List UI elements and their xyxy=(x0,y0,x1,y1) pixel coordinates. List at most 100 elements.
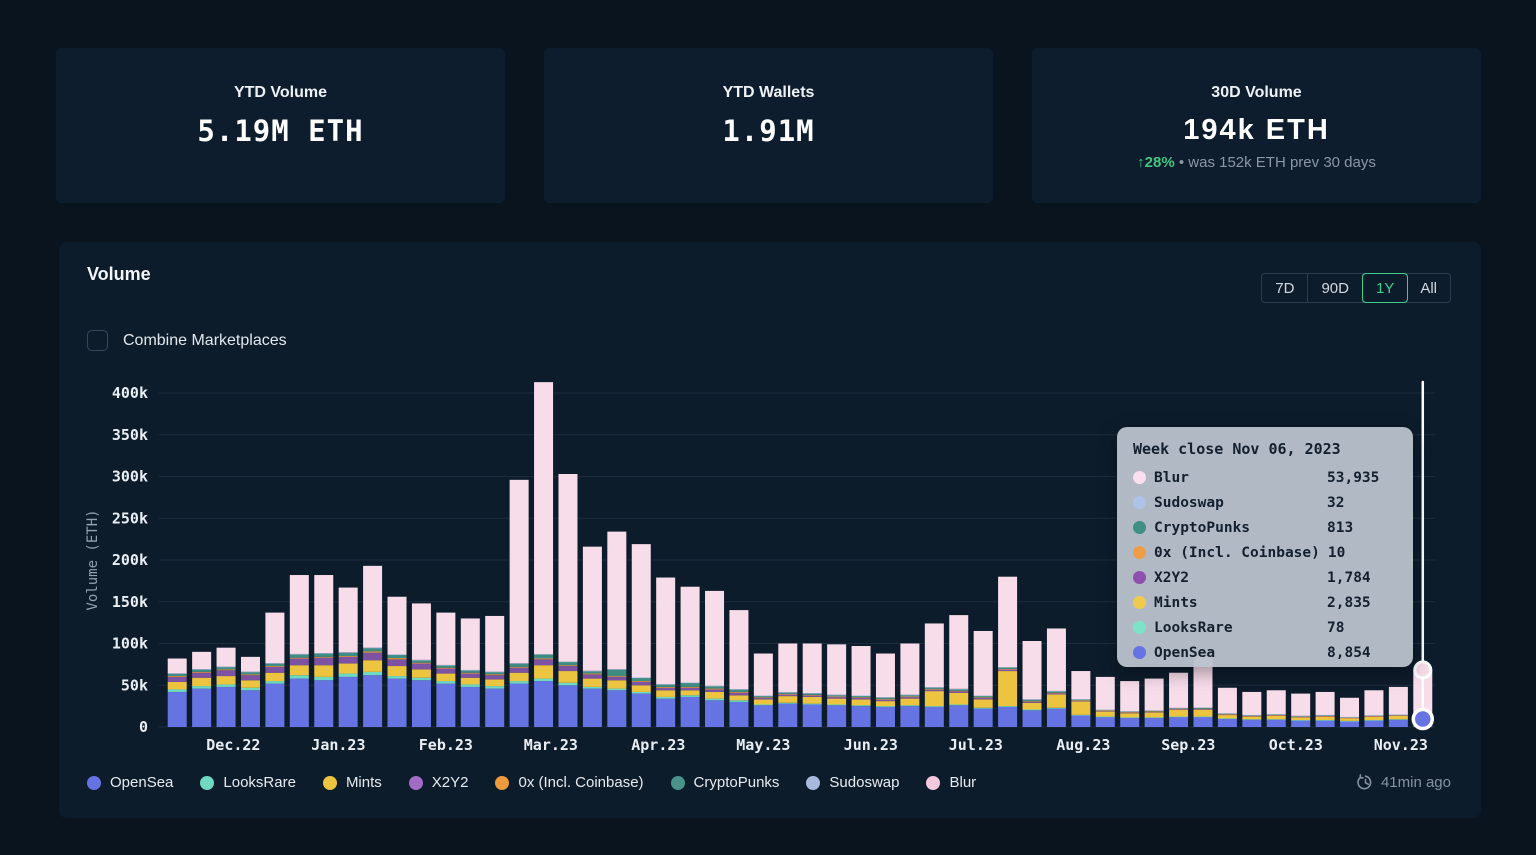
bar-segment-looksrare xyxy=(827,704,847,706)
bar-segment-sudoswap xyxy=(1266,714,1286,715)
series-dot-icon xyxy=(1133,596,1146,609)
legend-item-mints[interactable]: Mints xyxy=(322,774,382,791)
chart-bar[interactable] xyxy=(167,658,187,727)
bar-segment-sudoswap xyxy=(558,661,578,663)
chart-bar[interactable] xyxy=(338,587,358,727)
bar-segment-opensea xyxy=(973,708,993,727)
bar-segment-cryptopunks xyxy=(485,671,505,675)
chart-bar[interactable] xyxy=(631,544,651,727)
bar-segment-sudoswap xyxy=(778,692,798,693)
y-tick-label: 150k xyxy=(112,593,148,611)
chart-bar[interactable] xyxy=(1217,687,1237,727)
chart-bar[interactable] xyxy=(582,546,602,727)
chart-bar[interactable] xyxy=(680,586,700,727)
bar-segment-opensea xyxy=(387,678,407,727)
y-tick-label: 200k xyxy=(112,551,148,569)
chart-bar[interactable] xyxy=(534,382,554,727)
chart-bar[interactable] xyxy=(460,618,480,727)
legend-item-x2y2[interactable]: X2Y2 xyxy=(408,774,468,791)
bar-segment-mints xyxy=(387,666,407,677)
tooltip-series-value: 10 xyxy=(1327,544,1346,561)
legend-item-blur[interactable]: Blur xyxy=(926,774,976,791)
bar-segment-cryptopunks xyxy=(607,669,627,677)
bar-segment-opensea xyxy=(338,676,358,727)
chart-bar[interactable] xyxy=(802,643,822,728)
chart-bar[interactable] xyxy=(289,575,309,727)
refresh-clock-icon[interactable] xyxy=(1357,774,1374,791)
chart-bar[interactable] xyxy=(485,615,505,727)
chart-bar[interactable] xyxy=(387,596,407,727)
bar-segment-0x-incl-coinbase- xyxy=(973,697,993,698)
bar-segment-mints xyxy=(1315,716,1335,721)
chart-bar[interactable] xyxy=(924,623,944,727)
bar-segment-0x-incl-coinbase- xyxy=(680,686,700,688)
chart-bar[interactable] xyxy=(778,643,798,728)
chart-bar[interactable] xyxy=(1120,681,1140,727)
chart-bar[interactable] xyxy=(1046,628,1066,727)
legend-item-sudoswap[interactable]: Sudoswap xyxy=(806,774,899,791)
chart-bar[interactable] xyxy=(216,647,236,727)
bar-segment-opensea xyxy=(1340,721,1360,727)
timeframe-button-1y[interactable]: 1Y xyxy=(1361,273,1409,303)
chart-bar[interactable] xyxy=(411,603,431,727)
chart-bar[interactable] xyxy=(558,473,578,727)
legend-item-opensea[interactable]: OpenSea xyxy=(87,774,173,791)
chart-bar[interactable] xyxy=(1340,697,1360,727)
chart-bar[interactable] xyxy=(753,653,773,727)
chart-bar[interactable] xyxy=(1095,676,1115,727)
chart-bar[interactable] xyxy=(949,615,969,727)
chart-bar[interactable] xyxy=(240,656,260,727)
chart-bar[interactable] xyxy=(1291,693,1311,727)
bar-segment-sudoswap xyxy=(1291,715,1311,717)
bar-segment-sudoswap xyxy=(729,689,749,690)
legend-item-looksrare[interactable]: LooksRare xyxy=(200,774,296,791)
bar-segment-x2y2 xyxy=(314,657,334,666)
bar-segment-sudoswap xyxy=(924,687,944,688)
chart-bar[interactable] xyxy=(973,630,993,727)
legend-item-cryptopunks[interactable]: CryptoPunks xyxy=(670,774,779,791)
chart-bar[interactable] xyxy=(705,590,725,727)
bar-segment-sudoswap xyxy=(1071,699,1091,700)
legend-item-0x-incl-coinbase-[interactable]: 0x (Incl. Coinbase) xyxy=(495,774,644,791)
bar-segment-cryptopunks xyxy=(192,669,212,672)
chart-bar[interactable] xyxy=(998,576,1018,727)
bar-segment-0x-incl-coinbase- xyxy=(1071,700,1091,702)
chart-bar[interactable] xyxy=(827,644,847,727)
bar-segment-0x-incl-coinbase- xyxy=(1217,714,1237,715)
chart-bar[interactable] xyxy=(1315,691,1335,727)
chart-bar[interactable] xyxy=(436,612,456,727)
bar-segment-opensea xyxy=(582,688,602,727)
bar-segment-0x-incl-coinbase- xyxy=(1193,708,1213,710)
bar-segment-looksrare xyxy=(509,681,529,684)
chart-bar[interactable] xyxy=(509,479,529,727)
bar-segment-sudoswap xyxy=(314,653,334,654)
chart-bar[interactable] xyxy=(1071,671,1091,727)
chart-bar[interactable] xyxy=(1022,640,1042,727)
chart-bar[interactable] xyxy=(729,610,749,727)
bar-segment-blur xyxy=(1291,693,1311,716)
chart-bar[interactable] xyxy=(1144,678,1164,727)
chart-bar[interactable] xyxy=(1266,690,1286,727)
chart-bar[interactable] xyxy=(1388,686,1408,727)
bar-segment-looksrare xyxy=(1291,720,1311,721)
chart-bar[interactable] xyxy=(875,653,895,727)
bar-segment-mints xyxy=(534,665,554,679)
chart-bar[interactable] xyxy=(900,643,920,728)
chart-bar[interactable] xyxy=(656,577,676,727)
chart-bar[interactable] xyxy=(1242,691,1262,727)
bar-segment-looksrare xyxy=(656,696,676,699)
bar-segment-x2y2 xyxy=(680,687,700,691)
chart-bar[interactable] xyxy=(1169,672,1189,727)
chart-bar[interactable] xyxy=(265,612,285,727)
chart-bar[interactable] xyxy=(192,651,212,727)
chart-bar[interactable] xyxy=(851,646,871,727)
bar-segment-mints xyxy=(1120,713,1140,718)
chart-bar[interactable] xyxy=(1364,690,1384,727)
chart-tooltip: Week close Nov 06, 2023 Blur 53,935 Sudosw… xyxy=(1117,427,1413,667)
bar-segment-looksrare xyxy=(338,673,358,677)
last-updated: 41min ago xyxy=(1357,774,1451,791)
chart-bar[interactable] xyxy=(363,565,383,727)
bar-segment-looksrare xyxy=(949,704,969,706)
chart-bar[interactable] xyxy=(607,531,627,727)
chart-bar[interactable] xyxy=(314,575,334,727)
